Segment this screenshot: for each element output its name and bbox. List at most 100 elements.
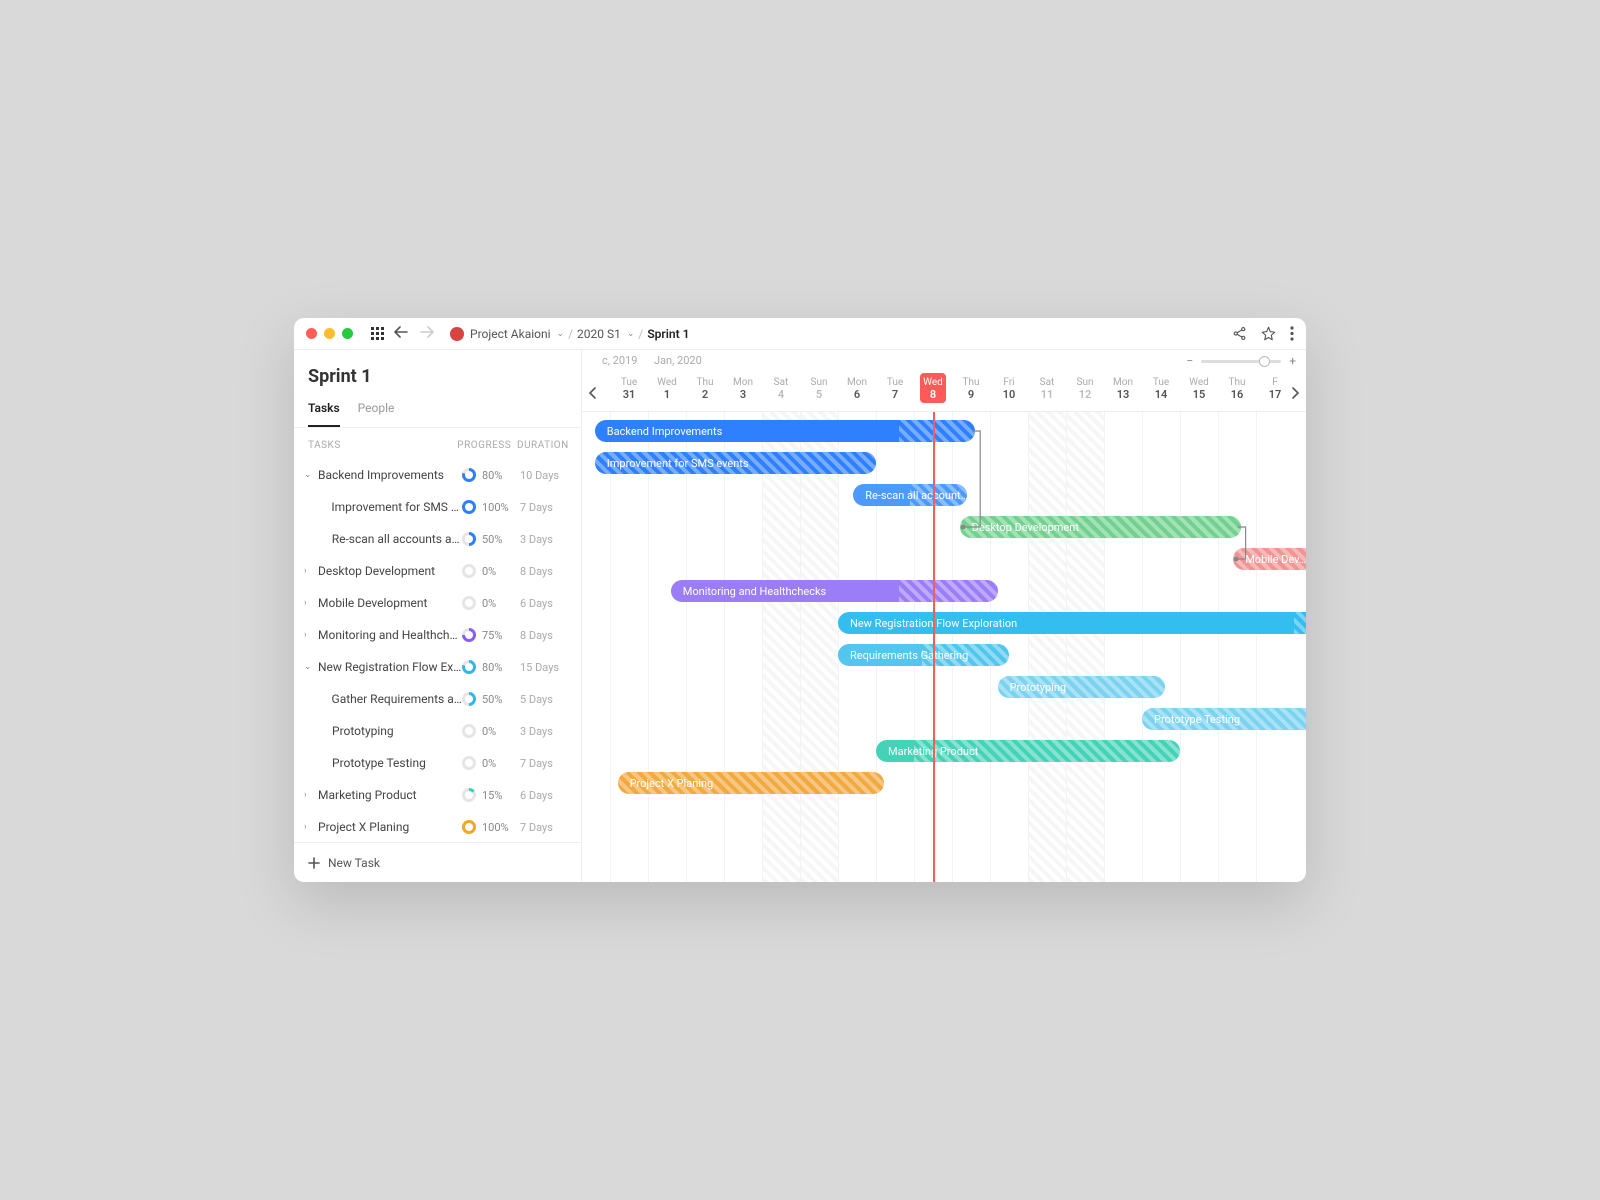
expand-toggle-icon[interactable]: ›: [304, 598, 314, 608]
task-duration: 15 Days: [520, 661, 570, 674]
task-row[interactable]: ⌄Backend Improvements 80% 10 Days: [294, 459, 581, 491]
chevron-down-icon[interactable]: ⌄: [557, 329, 565, 339]
progress-pct: 75%: [482, 629, 502, 642]
timeline-prev[interactable]: [584, 384, 602, 402]
task-row[interactable]: › Mobile Development 0% 6 Days: [294, 587, 581, 619]
expand-toggle-icon[interactable]: ›: [304, 822, 314, 832]
app-window: Project Akaioni⌄ / 2020 S1⌄ / Sprint 1 S…: [294, 318, 1306, 882]
task-name-cell: › Mobile Development: [304, 596, 462, 610]
progress-pct: 80%: [482, 661, 502, 674]
month-right: Jan, 2020: [654, 354, 702, 367]
timeline-header: − + c, 2019 Jan, 2020 Tue31Wed1Thu2Mon3S…: [582, 350, 1306, 412]
progress-pct: 15%: [482, 789, 502, 802]
gantt-bar[interactable]: Marketing Product: [876, 740, 1180, 762]
task-row[interactable]: ›Project X Planing100%7 Days: [294, 811, 581, 842]
gantt-bar[interactable]: Backend Improvements: [595, 420, 975, 442]
project-badge-icon: [450, 327, 464, 341]
task-row[interactable]: Re-scan all accounts ad… 50% 3 Days: [294, 523, 581, 555]
progress-pct: 50%: [482, 533, 502, 546]
star-icon[interactable]: [1261, 326, 1276, 341]
chevron-down-icon[interactable]: ⌄: [627, 329, 635, 339]
progress-pct: 0%: [482, 725, 496, 738]
day-header: Tue31: [610, 377, 648, 401]
task-list[interactable]: ⌄Backend Improvements 80% 10 Days Improveme…: [294, 459, 581, 842]
expand-toggle-icon[interactable]: ⌄: [304, 662, 314, 672]
gantt-bar-label: Monitoring and Healthchecks: [683, 585, 826, 598]
gantt-bar[interactable]: Re-scan all account…: [853, 484, 967, 506]
progress-pct: 100%: [482, 501, 509, 514]
tab-people[interactable]: People: [358, 401, 395, 427]
task-row[interactable]: Prototype Testing0%7 Days: [294, 747, 581, 779]
task-row[interactable]: ›Monitoring and Healthch…75%8 Days: [294, 619, 581, 651]
share-icon[interactable]: [1232, 326, 1247, 341]
task-row[interactable]: Improvement for SMS ev…100%7 Days: [294, 491, 581, 523]
progress-pct: 100%: [482, 821, 509, 834]
task-row[interactable]: ›Desktop Development0%8 Days: [294, 555, 581, 587]
gantt-bar[interactable]: Requirements Gathering: [838, 644, 1009, 666]
task-name: Prototyping: [332, 724, 394, 738]
expand-toggle-icon[interactable]: ›: [304, 630, 314, 640]
task-progress: 0%: [462, 596, 520, 610]
progress-pct: 80%: [482, 469, 502, 482]
expand-toggle-icon[interactable]: ⌄: [304, 470, 314, 480]
gantt-bar[interactable]: Mobile Dev…: [1233, 548, 1306, 570]
task-row[interactable]: Gather Requirements an…50%5 Days: [294, 683, 581, 715]
window-controls: [306, 328, 353, 339]
more-icon[interactable]: [1290, 326, 1294, 341]
bar-incomplete-stripe: [1294, 612, 1306, 634]
expand-toggle-icon[interactable]: ›: [304, 566, 314, 576]
tab-tasks[interactable]: Tasks: [308, 401, 340, 427]
gantt-bar[interactable]: Desktop Development: [960, 516, 1241, 538]
day-header: Fri10: [990, 377, 1028, 401]
grid-column: [1104, 412, 1142, 882]
task-name: Mobile Development: [318, 596, 427, 610]
gantt-bar[interactable]: New Registration Flow Exploration: [838, 612, 1306, 634]
task-row[interactable]: ›Marketing Product15%6 Days: [294, 779, 581, 811]
today-indicator: [933, 412, 935, 882]
main-body: Sprint 1 Tasks People TASKS PROGRESS DUR…: [294, 350, 1306, 882]
gantt-bar-label: Backend Improvements: [607, 425, 722, 438]
day-header: Thu9: [952, 377, 990, 401]
maximize-icon[interactable]: [342, 328, 353, 339]
bar-incomplete-stripe: [1142, 708, 1306, 730]
task-row[interactable]: Prototyping0%3 Days: [294, 715, 581, 747]
task-row[interactable]: ⌄New Registration Flow Ex…80%15 Days: [294, 651, 581, 683]
bar-incomplete-stripe: [899, 580, 998, 602]
task-duration: 5 Days: [520, 693, 570, 706]
task-duration: 3 Days: [520, 533, 570, 546]
timeline-next[interactable]: [1286, 384, 1304, 402]
task-name-cell: Re-scan all accounts ad…: [304, 532, 462, 546]
progress-pct: 0%: [482, 757, 496, 770]
breadcrumb: Project Akaioni⌄ / 2020 S1⌄ / Sprint 1: [450, 327, 689, 341]
gantt-bar[interactable]: Improvement for SMS events: [595, 452, 876, 474]
back-button[interactable]: [392, 326, 410, 342]
task-name-cell: ⌄Backend Improvements: [304, 468, 462, 482]
breadcrumb-project[interactable]: Project Akaioni: [470, 327, 551, 341]
progress-pct: 0%: [482, 597, 496, 610]
new-task-button[interactable]: New Task: [294, 842, 581, 882]
minimize-icon[interactable]: [324, 328, 335, 339]
task-progress: 100%: [462, 820, 520, 834]
day-header: Mon3: [724, 377, 762, 401]
gantt-bar[interactable]: Prototype Testing: [1142, 708, 1306, 730]
bar-incomplete-stripe: [910, 484, 967, 506]
day-header: Sat4: [762, 377, 800, 401]
grid-column: [762, 412, 800, 882]
task-list-header: TASKS PROGRESS DURATION: [294, 428, 581, 459]
forward-button[interactable]: [418, 326, 436, 342]
app-menu-icon[interactable]: [371, 327, 384, 340]
task-duration: 6 Days: [520, 597, 570, 610]
task-progress: 0%: [462, 564, 520, 578]
day-header: Wed1: [648, 377, 686, 401]
gantt-bar[interactable]: Prototyping: [998, 676, 1165, 698]
progress-donut-icon: [462, 788, 476, 802]
breadcrumb-period[interactable]: 2020 S1: [577, 327, 621, 341]
day-header: Mon13: [1104, 377, 1142, 401]
timeline[interactable]: − + c, 2019 Jan, 2020 Tue31Wed1Thu2Mon3S…: [582, 350, 1306, 882]
task-duration: 10 Days: [520, 469, 570, 482]
close-icon[interactable]: [306, 328, 317, 339]
gantt-bar[interactable]: Project X Planing: [618, 772, 884, 794]
expand-toggle-icon[interactable]: ›: [304, 790, 314, 800]
gantt-bar[interactable]: Monitoring and Healthchecks: [671, 580, 998, 602]
task-duration: 6 Days: [520, 789, 570, 802]
